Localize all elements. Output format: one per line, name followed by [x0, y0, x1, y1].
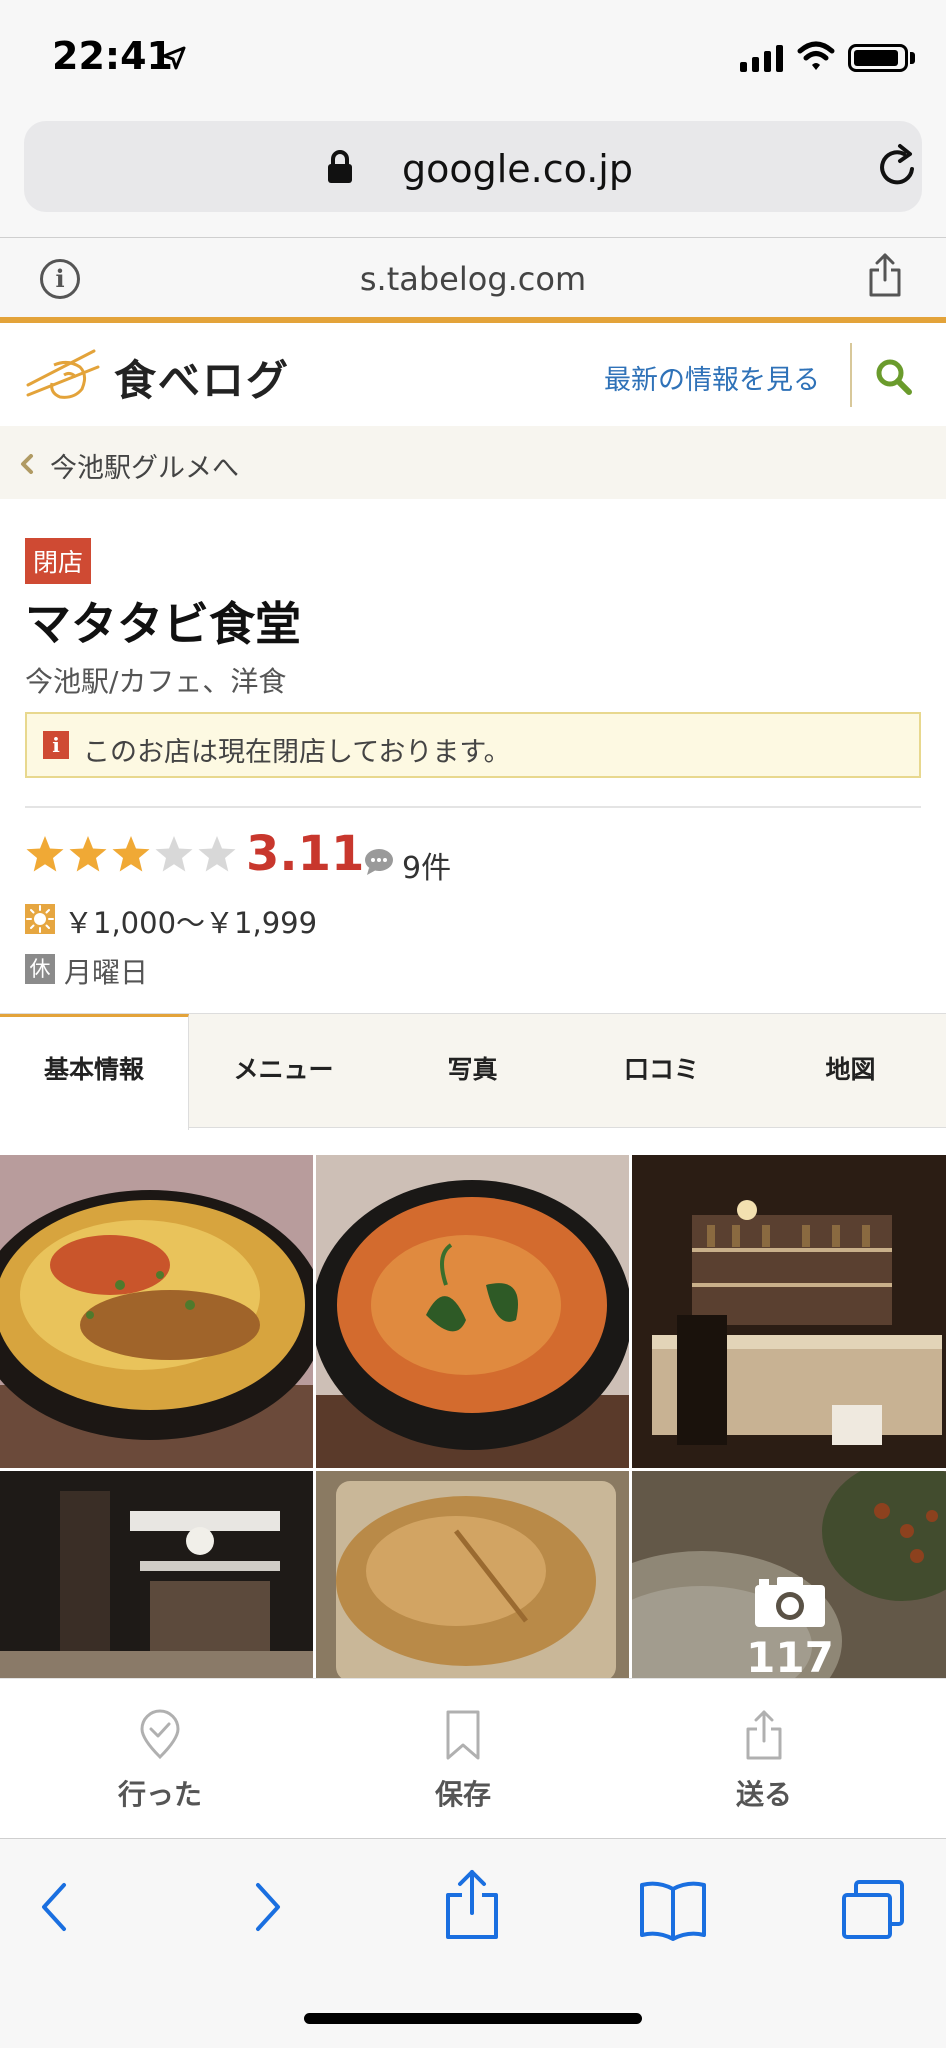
star-filled-icon	[69, 836, 107, 872]
curry-soup-photo[interactable]	[316, 1155, 629, 1468]
star-filled-icon	[26, 836, 64, 872]
restaurant-genre: 今池駅/カフェ、洋食	[25, 665, 287, 698]
tabelog-logo-text[interactable]: 食べログ	[114, 347, 290, 408]
home-indicator[interactable]	[304, 2013, 642, 2024]
tab-reviews[interactable]: 口コミ	[567, 1014, 756, 1128]
battery-cap	[910, 52, 915, 64]
tabelog-chopsticks-logo-icon[interactable]	[24, 345, 106, 403]
share-icon	[746, 1710, 782, 1760]
action-bar: 行った 保存 送る	[0, 1678, 946, 1838]
star-empty-icon	[198, 836, 236, 872]
star-filled-icon	[112, 836, 150, 872]
reload-icon[interactable]	[876, 143, 920, 189]
breadcrumb[interactable]: 今池駅グルメへ	[0, 426, 946, 499]
battery-icon	[848, 44, 908, 72]
photo-count-overlay[interactable]: 117	[740, 1575, 840, 1682]
latest-info-link[interactable]: 最新の情報を見る	[604, 358, 820, 397]
visited-label: 行った	[117, 1778, 202, 1811]
closed-badge: 閉店	[25, 538, 92, 584]
send-label: 送る	[735, 1778, 792, 1811]
tab-basic-info[interactable]: 基本情報	[0, 1014, 189, 1130]
bookmark-icon	[446, 1710, 480, 1760]
restaurant-tabs: 基本情報 メニュー 写真 口コミ 地図	[0, 1013, 946, 1130]
lock-icon	[328, 150, 352, 183]
tab-map[interactable]: 地図	[756, 1014, 945, 1128]
site-domain: s.tabelog.com	[359, 260, 587, 298]
star-empty-icon	[155, 836, 193, 872]
closed-notice: i このお店は現在閉店しております。	[25, 712, 921, 778]
search-icon[interactable]	[874, 357, 914, 397]
status-time: 22:41	[52, 34, 173, 78]
tabs-icon[interactable]	[840, 1879, 906, 1941]
header-divider	[850, 343, 852, 407]
rating-score: 3.11	[246, 826, 365, 882]
review-count[interactable]: 9件	[402, 843, 451, 887]
site-info-bar: i s.tabelog.com	[0, 237, 946, 317]
share-icon[interactable]	[444, 1869, 500, 1941]
address-bar-area: google.co.jp	[0, 115, 946, 237]
photo-count: 117	[746, 1633, 834, 1682]
share-icon[interactable]	[868, 252, 902, 298]
lunch-sun-icon	[25, 904, 55, 934]
closed-day: 月曜日	[64, 956, 149, 989]
kitchen-shelf-photo[interactable]	[0, 1471, 313, 1678]
save-button[interactable]: 保存	[383, 1709, 543, 1813]
back-icon[interactable]	[36, 1879, 76, 1935]
price-range: ￥1,000～￥1,999	[64, 906, 318, 940]
restaurant-name: マタタビ食堂	[25, 597, 301, 651]
katsu-rice-bowl-photo[interactable]	[0, 1155, 313, 1468]
url-text: google.co.jp	[402, 147, 633, 191]
address-bar[interactable]: google.co.jp	[24, 121, 922, 212]
breadcrumb-label: 今池駅グルメへ	[50, 453, 239, 484]
bar-counter-photo[interactable]	[632, 1155, 946, 1468]
send-button[interactable]: 送る	[684, 1709, 844, 1813]
info-divider	[25, 806, 921, 808]
chevron-left-icon	[21, 454, 33, 474]
site-header: 食べログ 最新の情報を見る	[0, 323, 946, 426]
tab-photos[interactable]: 写真	[378, 1014, 567, 1128]
cellular-signal-icon	[740, 44, 783, 72]
notice-info-icon: i	[43, 731, 69, 759]
camera-icon	[755, 1577, 825, 1627]
holiday-icon: 休	[25, 954, 55, 984]
visited-button[interactable]: 行った	[80, 1709, 240, 1813]
rating-stars	[25, 834, 237, 874]
location-arrow-icon	[162, 46, 186, 70]
bookmarks-icon[interactable]	[638, 1879, 708, 1941]
check-pin-icon	[140, 1709, 180, 1760]
status-bar: 22:41	[0, 0, 946, 115]
save-label: 保存	[434, 1778, 491, 1811]
closed-notice-text: このお店は現在閉店しております。	[83, 737, 511, 768]
review-bubble-icon	[365, 849, 393, 875]
forward-icon[interactable]	[246, 1879, 286, 1935]
fried-cutlet-photo[interactable]	[316, 1471, 629, 1678]
wifi-icon	[797, 41, 835, 70]
tab-menu[interactable]: メニュー	[189, 1014, 378, 1128]
